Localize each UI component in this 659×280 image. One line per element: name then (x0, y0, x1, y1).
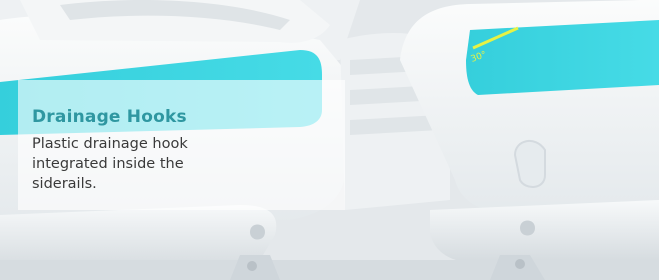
feature-description: Plastic drainage hook integrated inside … (32, 136, 188, 192)
product-feature-banner: 30° Drainage Hooks Plastic drainage hook… (0, 0, 659, 280)
right-drainage-hook (513, 140, 546, 188)
feature-caption-card: Drainage Hooks Plastic drainage hook int… (18, 80, 345, 210)
right-teal-panel (466, 20, 659, 95)
feature-title: Drainage Hooks (32, 107, 187, 127)
right-bed-base (430, 200, 659, 262)
